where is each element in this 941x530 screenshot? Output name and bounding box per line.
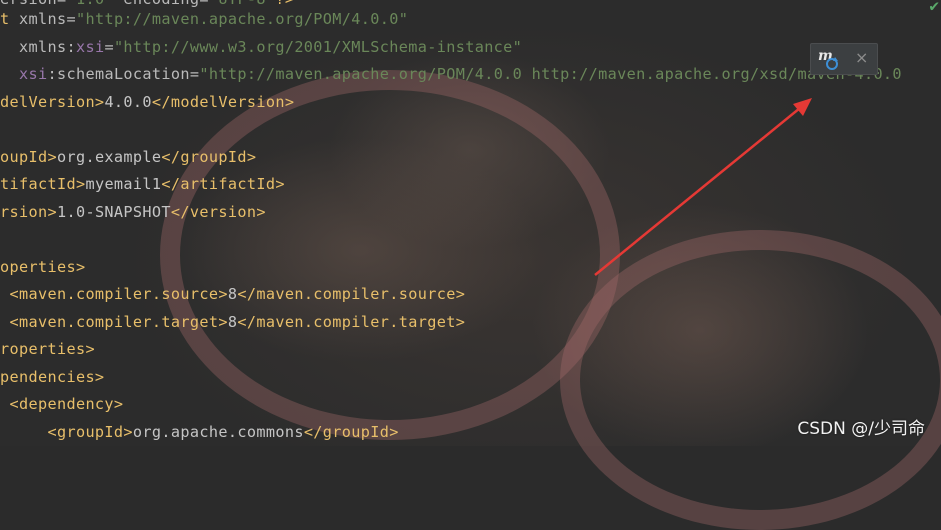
red-arrow-icon [594,98,812,276]
watermark: CSDN @/少司命 [797,419,925,439]
